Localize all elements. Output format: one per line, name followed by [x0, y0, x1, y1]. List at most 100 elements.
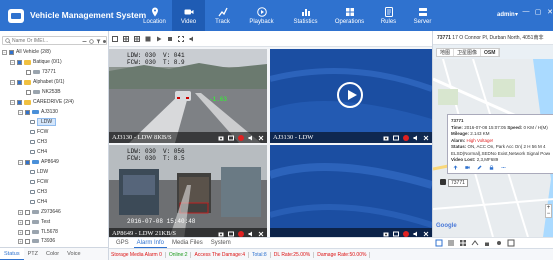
nav-video[interactable]: Video [172, 0, 205, 31]
layout-16-icon[interactable] [145, 36, 151, 42]
tree-vehicle[interactable]: 73771 [26, 68, 56, 76]
checkbox[interactable] [26, 89, 31, 95]
tab-ptz[interactable]: PTZ [24, 248, 42, 260]
settings-icon[interactable] [102, 39, 107, 44]
tree-group[interactable]: − Alphabet (0/1) [10, 78, 64, 86]
minimize-icon[interactable]: — [522, 8, 530, 16]
tree-vehicle[interactable]: − AP8649 [18, 158, 59, 166]
collapse-toggle-icon[interactable]: − [18, 159, 23, 165]
snapshot-icon[interactable] [218, 135, 224, 141]
nav-statistics[interactable]: Statistics [284, 0, 327, 31]
nav-playback[interactable]: Playback [240, 0, 283, 31]
tab-system[interactable]: System [208, 238, 234, 248]
layout-1-icon[interactable] [112, 35, 118, 42]
tree-group[interactable]: − CAREDRIVE (2/4) [10, 98, 74, 106]
map-layers-icon[interactable] [435, 239, 443, 247]
close-icon[interactable]: ✕ [546, 8, 553, 16]
checkbox[interactable] [17, 79, 22, 85]
checkbox[interactable] [25, 219, 30, 225]
collapse-icon[interactable] [82, 39, 87, 44]
restore-icon[interactable]: ▢ [534, 8, 542, 16]
tree-vehicle[interactable]: + Z973646 [18, 208, 61, 216]
expand-toggle-icon[interactable]: + [18, 209, 23, 215]
nav-track[interactable]: Track [206, 0, 239, 31]
expand-toggle-icon[interactable]: + [18, 219, 23, 225]
layout-4-icon[interactable] [123, 35, 129, 42]
layout-9-icon[interactable] [134, 35, 140, 42]
refresh-icon[interactable] [89, 39, 94, 44]
stop-icon[interactable] [167, 36, 173, 42]
edit-icon[interactable] [477, 165, 482, 170]
checkbox[interactable] [17, 99, 22, 105]
filter-icon[interactable] [96, 39, 101, 44]
more-icon[interactable] [501, 165, 506, 170]
record-icon[interactable] [228, 135, 234, 141]
nav-rules[interactable]: Rules [372, 0, 405, 31]
play-icon[interactable] [156, 36, 162, 42]
tree-channel[interactable]: FCW [30, 178, 48, 186]
checkbox[interactable] [25, 229, 30, 235]
map-type-option[interactable]: 地图 [437, 49, 455, 56]
tab-media-files[interactable]: Media Files [169, 238, 206, 248]
video-cell[interactable]: LDW: 030 V: 056 FCW: 030 T: 8.5 2016-07-… [109, 145, 267, 239]
collapse-toggle-icon[interactable]: − [18, 109, 23, 115]
collapse-toggle-icon[interactable]: − [10, 99, 15, 105]
tree-vehicle[interactable]: − AJ3130 [18, 108, 58, 116]
nav-server[interactable]: Server [406, 0, 439, 31]
video-icon[interactable] [465, 165, 470, 170]
tab-status[interactable]: Status [0, 248, 24, 260]
nav-operations[interactable]: Operations [328, 0, 371, 31]
tab-voice[interactable]: Voice [63, 248, 84, 260]
tree-channel[interactable]: CH3 [30, 188, 47, 196]
tree-channel[interactable]: CH3 [30, 138, 47, 146]
user-name[interactable]: admin [497, 12, 515, 18]
tree-vehicle[interactable]: NK253B [26, 88, 61, 96]
close-icon[interactable] [258, 135, 264, 141]
tree-vehicle[interactable]: + T3936 [18, 237, 55, 244]
tree-vehicle[interactable]: + Test [18, 218, 50, 226]
chevron-down-icon[interactable]: ▾ [515, 11, 518, 18]
expand-toggle-icon[interactable]: + [18, 229, 23, 235]
zoom-control[interactable]: + − [545, 204, 552, 218]
video-cell[interactable] [270, 145, 432, 239]
tab-color[interactable]: Color [42, 248, 63, 260]
tree-channel[interactable]: CH4 [30, 148, 47, 156]
volume-icon[interactable] [413, 135, 419, 141]
checkbox[interactable] [25, 209, 30, 215]
snapshot-icon[interactable] [383, 135, 389, 141]
volume-icon[interactable] [248, 135, 254, 141]
close-icon[interactable] [423, 135, 429, 141]
video-cell[interactable]: LDW: 030 V: 041 FCW: 030 T: 8.9 -1.63 AJ… [109, 49, 267, 143]
upload-icon[interactable] [453, 165, 458, 170]
search-input[interactable] [12, 37, 82, 44]
search-icon[interactable] [5, 38, 11, 44]
nav-location[interactable]: Location [138, 0, 171, 31]
tab-alarm-info[interactable]: Alarm Info [133, 238, 168, 248]
play-button[interactable] [337, 82, 363, 108]
collapse-toggle-icon[interactable]: − [2, 49, 7, 55]
map-settings-icon[interactable] [495, 239, 503, 247]
collapse-toggle-icon[interactable]: − [10, 79, 15, 85]
collapse-toggle-icon[interactable]: − [10, 59, 15, 65]
tab-gps[interactable]: GPS [113, 238, 132, 248]
tree-channel[interactable]: FCW [30, 128, 48, 136]
checkbox[interactable] [25, 159, 30, 165]
video-cell[interactable]: AJ3130 - LDW [270, 49, 432, 143]
vehicle-marker-label[interactable]: 73771 [448, 179, 468, 187]
map-type-option[interactable]: OSM [481, 49, 500, 56]
map-share-icon[interactable] [471, 239, 479, 247]
map-grid-icon[interactable] [459, 239, 467, 247]
checkbox[interactable] [17, 59, 22, 65]
checkbox[interactable] [26, 69, 31, 75]
map-list-icon[interactable] [447, 239, 455, 247]
map-fullscreen-icon[interactable] [507, 239, 515, 247]
tree-vehicle[interactable]: + TL5678 [18, 228, 58, 236]
expand-toggle-icon[interactable]: + [18, 238, 23, 244]
map-type-option[interactable]: 卫星图像 [454, 49, 482, 56]
checkbox[interactable] [25, 109, 30, 115]
record-icon[interactable] [393, 135, 399, 141]
tree-channel[interactable]: LDW [30, 168, 48, 176]
tree-channel[interactable]: CH4 [30, 198, 47, 206]
tree-channel[interactable]: LDW [30, 118, 57, 126]
map-lock-icon[interactable] [483, 239, 491, 247]
